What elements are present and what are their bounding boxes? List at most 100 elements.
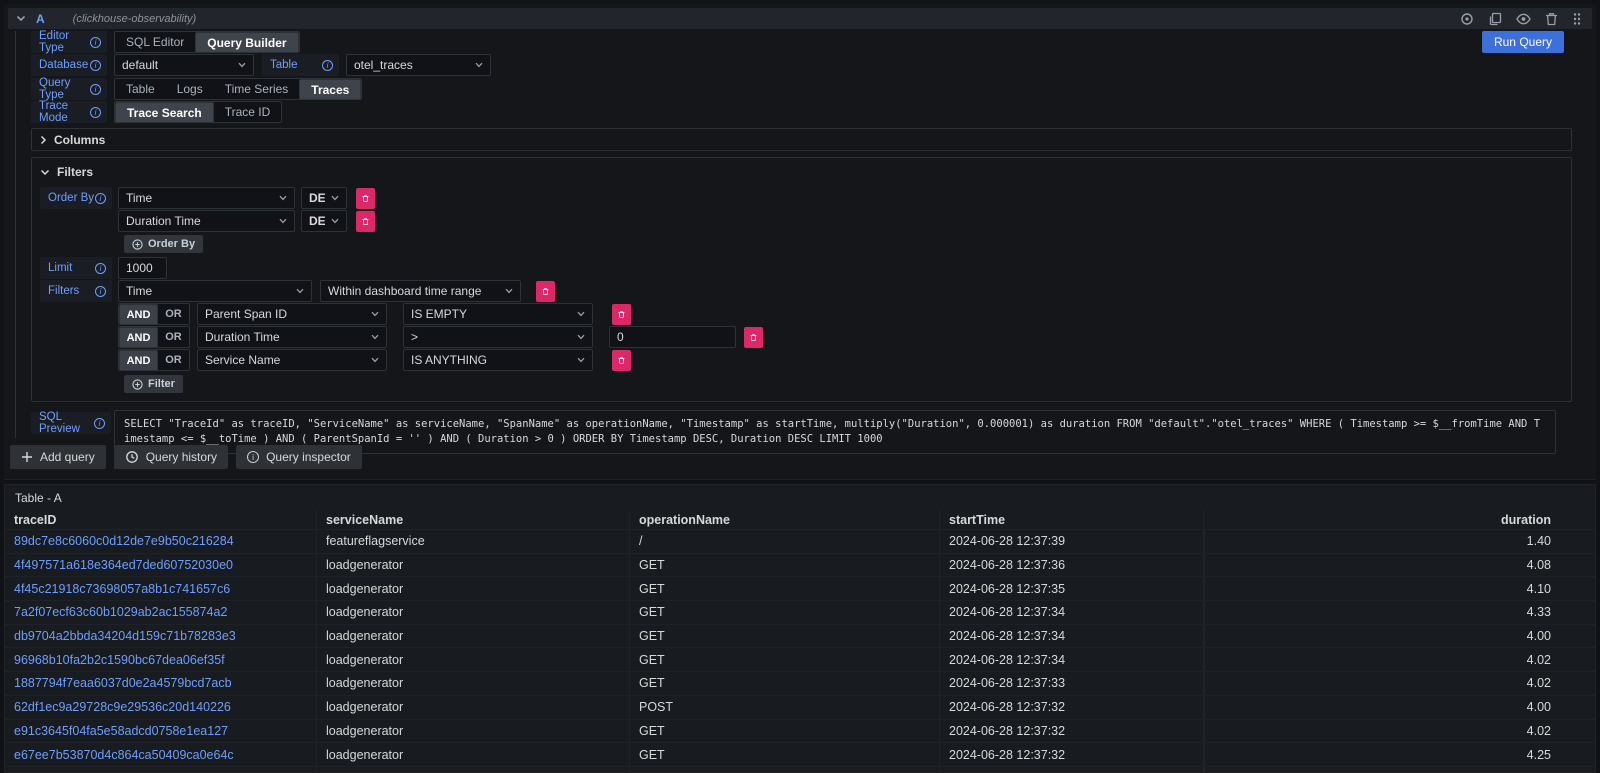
query-type-option-time-series[interactable]: Time Series <box>214 79 300 99</box>
plus-circle-icon <box>132 239 143 250</box>
table-header-row: traceID serviceName operationName startT… <box>5 510 1595 529</box>
servicename-cell: loadgenerator <box>317 601 630 624</box>
and-option[interactable]: AND <box>119 350 158 371</box>
operationname-cell: GET <box>630 601 940 624</box>
add-filter-button[interactable]: Filter <box>124 375 183 393</box>
filter-operator-select[interactable]: > <box>403 326 593 348</box>
or-option[interactable]: OR <box>158 304 189 324</box>
order-by-field-select[interactable]: Duration Time <box>118 210 295 232</box>
trash-icon <box>542 286 549 297</box>
info-icon[interactable]: i <box>95 263 106 274</box>
filter-operator-select[interactable]: IS EMPTY <box>403 303 593 325</box>
and-option[interactable]: AND <box>119 327 158 348</box>
remove-order-by-button[interactable] <box>356 188 375 209</box>
info-icon[interactable]: i <box>90 60 101 71</box>
info-icon[interactable]: i <box>95 286 106 297</box>
remove-query-trash-icon[interactable] <box>1543 10 1560 28</box>
add-order-by-button[interactable]: Order By <box>124 235 203 253</box>
and-or-toggle: AND OR <box>118 349 190 371</box>
limit-input[interactable] <box>118 257 167 279</box>
collapse-query-chevron-icon[interactable] <box>16 15 26 22</box>
query-inspector-label: Query inspector <box>266 450 351 464</box>
or-option[interactable]: OR <box>158 350 189 370</box>
column-header-operationname[interactable]: operationName <box>630 510 940 529</box>
trace-mode-option-trace-id[interactable]: Trace ID <box>214 102 282 122</box>
traceid-cell: db9704a2bbda34204d159c71b78283e3 <box>5 625 317 648</box>
remove-filter-button[interactable] <box>612 304 631 325</box>
traceid-link[interactable]: 7a2f07ecf63c60b1029ab2ac155874a2 <box>14 605 227 619</box>
query-type-option-traces[interactable]: Traces <box>299 79 361 100</box>
info-icon[interactable]: i <box>95 193 106 204</box>
starttime-cell: 2024-06-28 12:37:32 <box>940 696 1204 719</box>
panel-title[interactable]: Table - A <box>5 485 1595 510</box>
query-inspector-button[interactable]: i Query inspector <box>236 445 362 469</box>
table-row: 4f497571a618e364ed7ded60752030e0loadgene… <box>5 553 1595 577</box>
editor-type-label: Editor Type i <box>31 31 107 53</box>
traceid-link[interactable]: 4f497571a618e364ed7ded60752030e0 <box>14 558 233 572</box>
remove-order-by-button[interactable] <box>356 211 375 232</box>
order-by-direction-select[interactable]: DESC <box>301 187 347 209</box>
operationname-cell <box>630 767 940 773</box>
filter-value-input[interactable] <box>609 326 736 348</box>
table-row: 4f45c21918c73698057a8b1c741657c6loadgene… <box>5 576 1595 600</box>
order-by-field-select[interactable]: Time <box>118 187 295 209</box>
column-header-servicename[interactable]: serviceName <box>317 510 630 529</box>
chevron-down-icon <box>371 334 379 340</box>
servicename-cell: loadgenerator <box>317 625 630 648</box>
status-circle-icon[interactable] <box>1458 10 1476 28</box>
editor-type-option-sql-editor[interactable]: SQL Editor <box>115 32 195 52</box>
traceid-link[interactable]: db9704a2bbda34204d159c71b78283e3 <box>14 629 236 643</box>
remove-filter-button[interactable] <box>536 281 555 302</box>
and-option[interactable]: AND <box>119 304 158 325</box>
chevron-down-icon <box>371 357 379 363</box>
filter-field-select[interactable]: Time <box>118 280 312 302</box>
traceid-link[interactable]: e91c3645f04fa5e58adcd0758e1ea127 <box>14 724 228 738</box>
info-icon[interactable]: i <box>322 60 333 71</box>
traceid-link[interactable]: e67ee7b53870d4c864ca50409ca0e64c <box>14 748 234 762</box>
traceid-link[interactable]: 4f45c21918c73698057a8b1c741657c6 <box>14 582 230 596</box>
info-icon[interactable]: i <box>90 37 101 48</box>
columns-section-header[interactable]: Columns <box>32 129 1571 150</box>
query-type-option-table[interactable]: Table <box>115 79 166 99</box>
query-type-option-logs[interactable]: Logs <box>166 79 214 99</box>
table-select[interactable]: otel_traces <box>346 54 491 76</box>
database-table-row: Database i default Table i otel_traces <box>31 54 1572 76</box>
traceid-link[interactable]: 1887794f7eaa6037d0e2a4579bcd7acb <box>14 676 232 690</box>
remove-filter-button[interactable] <box>612 350 631 371</box>
duplicate-query-icon[interactable] <box>1486 10 1504 28</box>
traceid-link[interactable]: 89dc7e8c6060c0d12de7e9b50c216284 <box>14 534 234 548</box>
traceid-link[interactable]: 62df1ec9a29728c9e29536c20d140226 <box>14 700 231 714</box>
operationname-cell: GET <box>630 672 940 695</box>
column-header-traceid[interactable]: traceID <box>5 510 317 529</box>
traceid-link[interactable]: 96968b10fa2b2c1590bc67dea06ef35f <box>14 653 225 667</box>
trace-mode-option-trace-search[interactable]: Trace Search <box>115 102 214 123</box>
database-select[interactable]: default <box>114 54 254 76</box>
filter-operator-select[interactable]: IS ANYTHING <box>403 349 593 371</box>
hide-response-eye-icon[interactable] <box>1514 11 1533 27</box>
filters-section-header[interactable]: Filters <box>40 164 1563 180</box>
filter-field-select[interactable]: Service Name <box>197 349 387 371</box>
database-label-text: Database <box>39 59 88 71</box>
order-by-direction-select[interactable]: DESC <box>301 210 347 232</box>
editor-type-option-query-builder[interactable]: Query Builder <box>195 32 298 53</box>
query-type-label: Query Type i <box>31 78 107 100</box>
traceid-cell: 1887794f7eaa6037d0e2a4579bcd7acb <box>5 672 317 695</box>
drag-handle-icon[interactable] <box>1570 10 1584 28</box>
query-row-header[interactable]: A (clickhouse-observability) <box>8 8 1592 29</box>
add-query-button[interactable]: Add query <box>10 445 106 469</box>
or-option[interactable]: OR <box>158 327 189 347</box>
filter-field-select[interactable]: Duration Time <box>197 326 387 348</box>
filter-operator-select[interactable]: Within dashboard time range <box>320 280 521 302</box>
column-header-starttime[interactable]: startTime <box>940 510 1204 529</box>
filter-field-select[interactable]: Parent Span ID <box>197 303 387 325</box>
info-icon[interactable]: i <box>90 107 101 118</box>
remove-filter-button[interactable] <box>744 327 763 348</box>
column-header-duration[interactable]: duration <box>1204 510 1595 529</box>
traceid-cell: 4f45c21918c73698057a8b1c741657c6 <box>5 577 317 600</box>
table-row: 89dc7e8c6060c0d12de7e9b50c216284featuref… <box>5 529 1595 553</box>
info-icon[interactable]: i <box>94 418 105 429</box>
info-icon[interactable]: i <box>90 84 101 95</box>
starttime-cell: 2024-06-28 12:37:34 <box>940 648 1204 671</box>
query-history-button[interactable]: Query history <box>114 445 228 469</box>
duration-cell: 4.00 <box>1204 625 1595 648</box>
